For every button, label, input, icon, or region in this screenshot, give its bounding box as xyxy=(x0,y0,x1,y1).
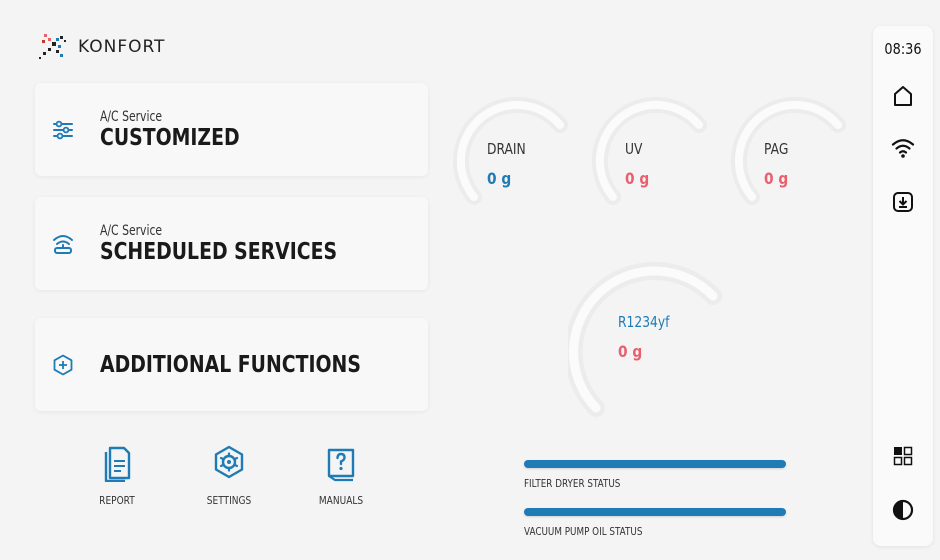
gauge-value: 0 g xyxy=(618,342,643,361)
gauge-arc xyxy=(591,96,707,205)
card-subtitle: A/C Service xyxy=(100,108,163,125)
filter-dryer-status: FILTER DRYER STATUS xyxy=(524,460,786,490)
gauge-value: 0 g xyxy=(487,169,512,188)
gauge-arc xyxy=(568,262,722,417)
status-label: VACUUM PUMP OIL STATUS xyxy=(524,525,643,538)
customized-service-card[interactable]: A/C Service CUSTOMIZED xyxy=(35,83,428,176)
gauge-arc xyxy=(730,96,846,205)
download-icon[interactable] xyxy=(891,190,915,214)
manuals-button[interactable]: MANUALS xyxy=(306,444,376,507)
side-panel: 08:36 xyxy=(873,26,933,546)
drain-gauge: DRAIN 0 g xyxy=(448,95,573,210)
konfort-logo-icon xyxy=(39,34,66,59)
gauge-label: UV xyxy=(625,140,643,158)
home-icon[interactable] xyxy=(891,84,915,108)
card-title: CUSTOMIZED xyxy=(100,124,240,151)
contrast-icon[interactable] xyxy=(891,498,915,522)
scheduled-antenna-icon xyxy=(53,234,73,254)
sliders-icon xyxy=(53,120,73,139)
manuals-label: MANUALS xyxy=(318,494,364,507)
settings-gear-icon xyxy=(214,445,244,479)
manual-book-icon xyxy=(327,448,355,482)
gauge-value: 0 g xyxy=(764,169,789,188)
gauge-value: 0 g xyxy=(625,169,650,188)
card-title: SCHEDULED SERVICES xyxy=(100,238,338,265)
settings-label: SETTINGS xyxy=(206,494,252,507)
gauge-label: R1234yf xyxy=(618,313,670,331)
report-document-icon xyxy=(104,446,131,482)
refrigerant-gauge: R1234yf 0 g xyxy=(568,258,728,418)
vacuum-pump-oil-status-bar xyxy=(524,508,786,516)
report-button[interactable]: REPORT xyxy=(82,444,152,507)
filter-dryer-status-bar xyxy=(524,460,786,468)
status-label: FILTER DRYER STATUS xyxy=(524,477,621,490)
additional-functions-card[interactable]: ADDITIONAL FUNCTIONS xyxy=(35,318,428,411)
gauge-label: PAG xyxy=(764,140,789,158)
clock: 08:36 xyxy=(884,40,922,58)
settings-button[interactable]: SETTINGS xyxy=(194,444,264,507)
uv-gauge: UV 0 g xyxy=(587,95,712,210)
pag-gauge: PAG 0 g xyxy=(726,95,851,210)
gauge-label: DRAIN xyxy=(487,140,526,158)
hexagon-plus-icon xyxy=(53,354,73,375)
apps-grid-icon[interactable] xyxy=(891,444,915,468)
report-label: REPORT xyxy=(99,494,135,507)
brand-name: KONFORT xyxy=(78,37,166,57)
card-title: ADDITIONAL FUNCTIONS xyxy=(100,351,361,378)
scheduled-services-card[interactable]: A/C Service SCHEDULED SERVICES xyxy=(35,197,428,290)
brand-logo: KONFORT xyxy=(38,32,165,62)
main-screen: KONFORT A/C Service CUSTOMIZED A/C Servi… xyxy=(0,0,940,560)
wifi-icon[interactable] xyxy=(891,136,915,160)
vacuum-pump-oil-status: VACUUM PUMP OIL STATUS xyxy=(524,508,786,538)
card-subtitle: A/C Service xyxy=(100,222,163,239)
